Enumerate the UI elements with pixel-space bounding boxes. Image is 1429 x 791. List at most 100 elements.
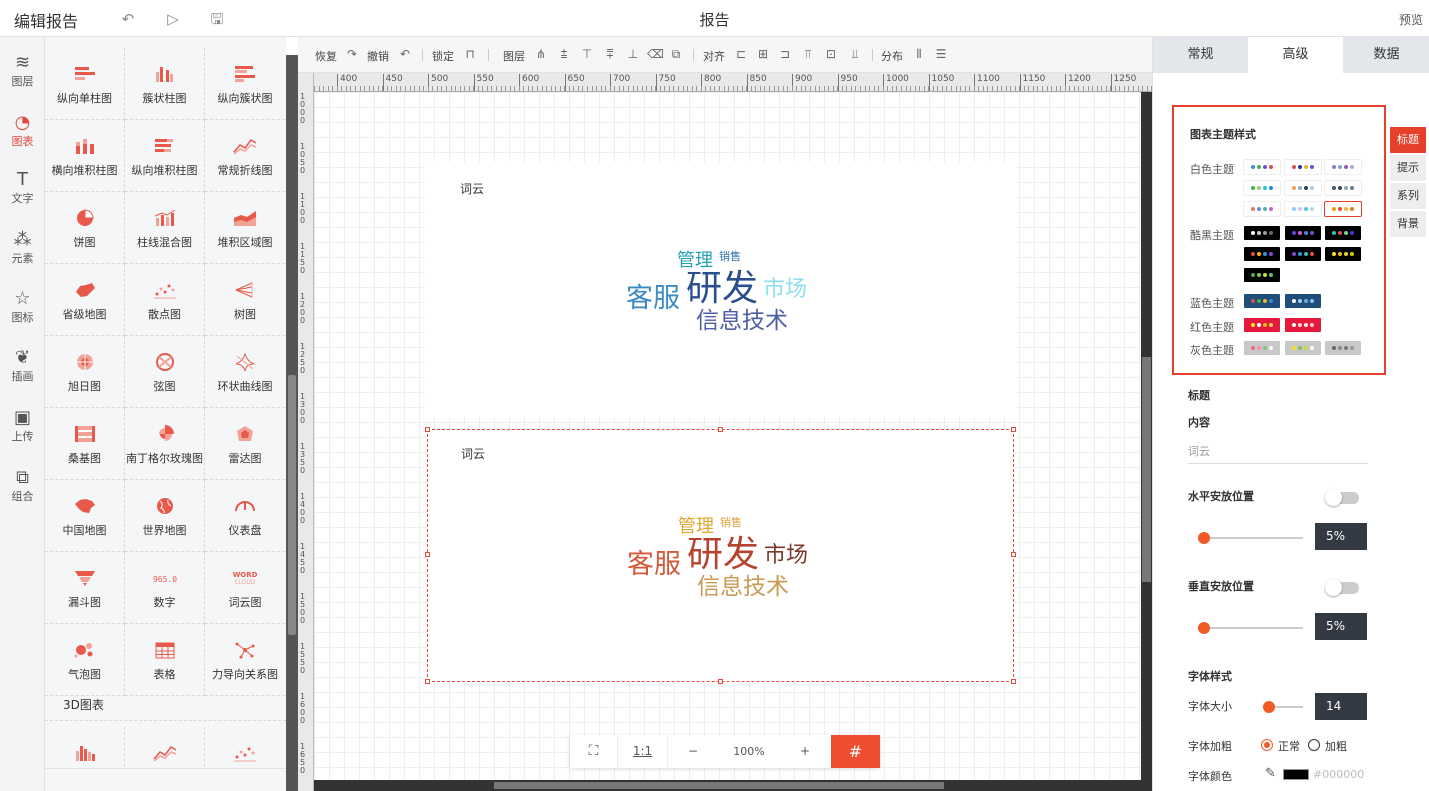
palette-item-number[interactable]: (965.0) 数字 bbox=[125, 552, 205, 624]
theme-swatch[interactable] bbox=[1244, 226, 1280, 240]
h-position-slider-knob[interactable] bbox=[1198, 532, 1211, 544]
theme-swatch[interactable] bbox=[1285, 247, 1321, 261]
nav-item-text[interactable]: T 文字 bbox=[0, 154, 45, 214]
theme-swatch[interactable] bbox=[1285, 181, 1321, 195]
theme-swatch[interactable] bbox=[1285, 294, 1321, 308]
align-center-icon[interactable]: ⊞ bbox=[756, 47, 770, 61]
palette-item-world-map[interactable]: 世界地图 bbox=[125, 480, 205, 552]
palette-item-ring-curve[interactable]: 环状曲线图 bbox=[205, 336, 285, 408]
undo-button[interactable]: 撤销 bbox=[367, 48, 389, 64]
restore-button[interactable]: 恢复 bbox=[315, 48, 337, 64]
palette-item-sankey[interactable]: 桑基图 bbox=[45, 408, 125, 480]
palette-item-word-cloud[interactable]: WORD CLOUD 词云图 bbox=[205, 552, 285, 624]
layer-top-icon[interactable]: ⊤ bbox=[580, 47, 594, 61]
palette-item-combo-chart[interactable]: 柱线混合图 bbox=[125, 192, 205, 264]
align-left-icon[interactable]: ⊏ bbox=[734, 47, 748, 61]
design-canvas[interactable]: 词云 管理 销售 客服 研发 市场 信息技术 词云 管理 销售 客服 研发 市场… bbox=[314, 92, 1141, 780]
palette-item-scatter[interactable]: 散点图 bbox=[125, 264, 205, 336]
eyedropper-icon[interactable]: ✎ bbox=[1265, 766, 1276, 781]
fit-screen-icon[interactable]: ⛶ bbox=[570, 735, 618, 768]
palette-item-area-chart[interactable]: 堆积区域图 bbox=[205, 192, 285, 264]
theme-swatch[interactable] bbox=[1285, 202, 1321, 216]
h-position-value[interactable]: 5% bbox=[1315, 523, 1367, 550]
palette-item-tree[interactable]: 树图 bbox=[205, 264, 285, 336]
theme-swatch[interactable] bbox=[1244, 181, 1280, 195]
lock-icon[interactable]: ⊓ bbox=[463, 47, 477, 61]
canvas-hscroll-thumb[interactable] bbox=[494, 782, 944, 789]
wordcloud-widget-red-selected[interactable]: 词云 管理 销售 客服 研发 市场 信息技术 bbox=[425, 427, 1016, 684]
theme-swatch[interactable] bbox=[1285, 226, 1321, 240]
radio-normal[interactable] bbox=[1261, 739, 1273, 751]
v-position-value[interactable]: 5% bbox=[1315, 613, 1367, 640]
theme-swatch[interactable] bbox=[1325, 181, 1361, 195]
palette-item-sunburst[interactable]: 旭日图 bbox=[45, 336, 125, 408]
theme-swatch[interactable] bbox=[1244, 247, 1280, 261]
v-position-slider-knob[interactable] bbox=[1198, 622, 1211, 634]
layer-button[interactable]: 图层 bbox=[503, 48, 525, 64]
layer-group-icon[interactable]: ⋔ bbox=[534, 47, 548, 61]
actual-size-button[interactable]: 1:1 bbox=[618, 735, 668, 768]
palette-item-table[interactable]: 表格 bbox=[125, 624, 205, 696]
side-tab-tooltip[interactable]: 提示 bbox=[1390, 155, 1426, 181]
layer-bottom-icon[interactable]: ⊥ bbox=[626, 47, 640, 61]
resize-handle-s[interactable] bbox=[718, 679, 723, 684]
nav-item-shapes[interactable]: ⁂ 元素 bbox=[0, 214, 45, 274]
palette-item-cluster-column[interactable]: 簇状柱图 bbox=[125, 48, 205, 120]
palette-item-bubble[interactable]: 气泡图 bbox=[45, 624, 125, 696]
font-size-value[interactable]: 14 bbox=[1315, 693, 1367, 720]
theme-swatch[interactable] bbox=[1325, 341, 1361, 355]
zoom-in-button[interactable]: + bbox=[780, 735, 830, 768]
resize-handle-nw[interactable] bbox=[425, 427, 430, 432]
theme-swatch[interactable] bbox=[1325, 160, 1361, 174]
preview-button[interactable]: 预览 bbox=[1399, 11, 1423, 28]
theme-swatch[interactable] bbox=[1285, 160, 1321, 174]
theme-swatch[interactable] bbox=[1285, 341, 1321, 355]
distribute-button[interactable]: 分布 bbox=[881, 48, 903, 64]
v-position-slider[interactable] bbox=[1198, 622, 1303, 634]
palette-item-bar-3d[interactable] bbox=[45, 727, 125, 767]
theme-swatch[interactable] bbox=[1244, 294, 1280, 308]
nav-item-upload-image[interactable]: ▣ 上传 bbox=[0, 392, 45, 452]
nav-item-illustration[interactable]: ❦ 插画 bbox=[0, 332, 45, 392]
resize-handle-e[interactable] bbox=[1011, 552, 1016, 557]
align-button[interactable]: 对齐 bbox=[703, 48, 725, 64]
theme-swatch[interactable] bbox=[1325, 247, 1361, 261]
side-tab-background[interactable]: 背景 bbox=[1390, 211, 1426, 237]
theme-swatch[interactable] bbox=[1244, 202, 1280, 216]
palette-item-china-map[interactable]: 中国地图 bbox=[45, 480, 125, 552]
palette-item-line-chart[interactable]: 常规折线图 bbox=[205, 120, 285, 192]
radio-bold[interactable] bbox=[1308, 739, 1320, 751]
theme-swatch[interactable] bbox=[1244, 318, 1280, 332]
nav-item-chart-pie[interactable]: ◔ 图表 bbox=[0, 97, 45, 157]
font-color-value[interactable]: #000000 bbox=[1313, 768, 1364, 781]
canvas-horizontal-scrollbar[interactable] bbox=[314, 780, 1141, 791]
theme-swatch[interactable] bbox=[1325, 226, 1361, 240]
redo-icon[interactable]: ↷ bbox=[345, 47, 359, 61]
tab-general[interactable]: 常规 bbox=[1153, 37, 1248, 73]
palette-item-horizontal-cluster[interactable]: 纵向簇状图 bbox=[205, 48, 285, 120]
resize-handle-sw[interactable] bbox=[425, 679, 430, 684]
palette-item-chord[interactable]: 弦图 bbox=[125, 336, 205, 408]
palette-item-radar[interactable]: 雷达图 bbox=[205, 408, 285, 480]
palette-item-stacked-column[interactable]: 横向堆积柱图 bbox=[45, 120, 125, 192]
palette-item-funnel[interactable]: 漏斗图 bbox=[45, 552, 125, 624]
theme-swatch[interactable] bbox=[1285, 318, 1321, 332]
align-middle-icon[interactable]: ⊡ bbox=[824, 47, 838, 61]
palette-item-line-3d[interactable] bbox=[125, 727, 205, 767]
palette-item-pie-chart[interactable]: 饼图 bbox=[45, 192, 125, 264]
resize-handle-n[interactable] bbox=[718, 427, 723, 432]
canvas-vscroll-thumb[interactable] bbox=[1142, 357, 1151, 582]
h-position-slider[interactable] bbox=[1198, 532, 1303, 544]
font-color-swatch[interactable] bbox=[1283, 769, 1309, 780]
palette-item-rose-chart[interactable]: 南丁格尔玫瑰图 bbox=[125, 408, 205, 480]
resize-handle-ne[interactable] bbox=[1011, 427, 1016, 432]
theme-swatch[interactable] bbox=[1244, 268, 1280, 282]
nav-item-layers[interactable]: ≋ 图层 bbox=[0, 37, 45, 97]
tab-advanced[interactable]: 高级 bbox=[1248, 37, 1343, 73]
palette-item-horizontal-bar[interactable]: 纵向单柱图 bbox=[45, 48, 125, 120]
palette-item-province-map[interactable]: 省级地图 bbox=[45, 264, 125, 336]
content-input[interactable]: 词云 bbox=[1188, 443, 1368, 464]
theme-swatch[interactable] bbox=[1325, 202, 1361, 216]
side-tab-title[interactable]: 标题 bbox=[1390, 127, 1426, 153]
font-size-slider[interactable] bbox=[1263, 701, 1303, 713]
